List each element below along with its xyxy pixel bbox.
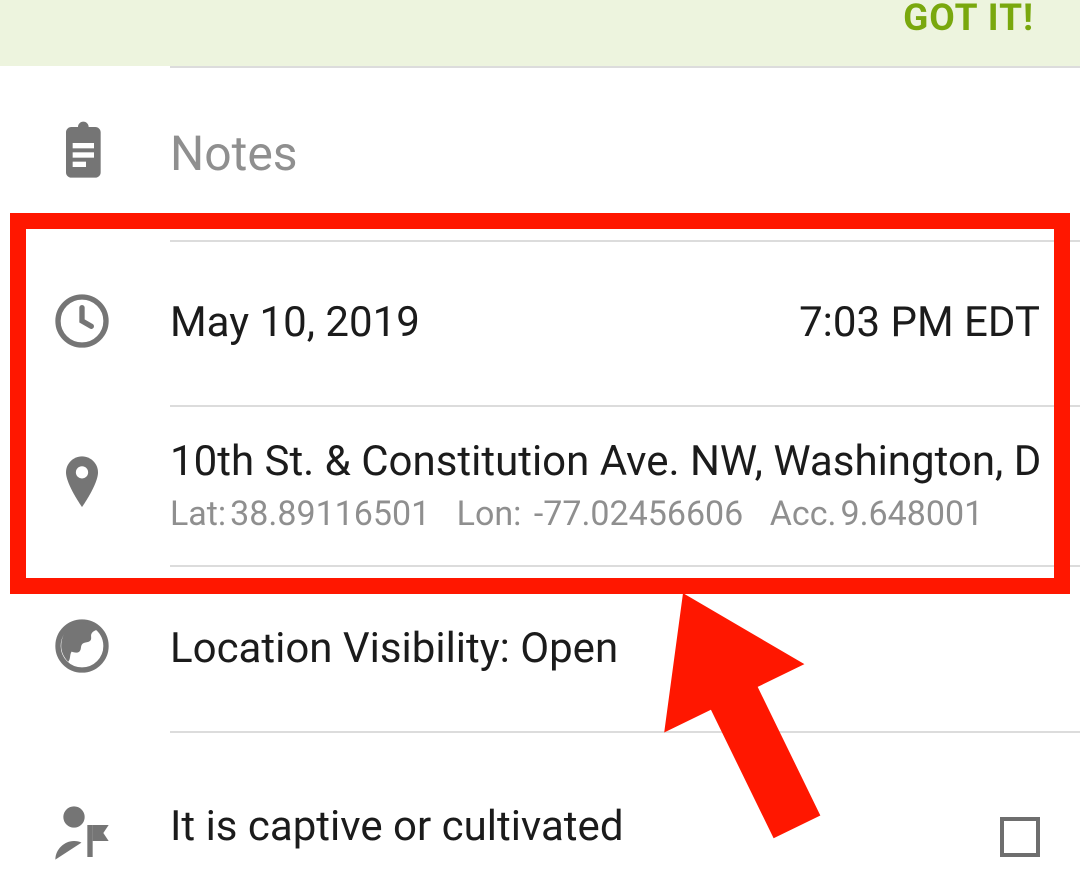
- location-address: 10th St. & Constitution Ave. NW, Washing…: [170, 437, 1040, 486]
- location-row[interactable]: 10th St. & Constitution Ave. NW, Washing…: [0, 405, 1080, 565]
- notes-placeholder: Notes: [170, 125, 1040, 182]
- captive-row[interactable]: It is captive or cultivated: [0, 731, 1080, 851]
- date-value: May 10, 2019: [170, 298, 420, 347]
- location-coordinates: Lat:38.89116501 Lon: -77.02456606 Acc.9.…: [170, 494, 1040, 534]
- person-flag-icon: [50, 801, 114, 869]
- notes-row[interactable]: Notes: [0, 66, 1080, 240]
- globe-icon: [50, 614, 114, 682]
- captive-label: It is captive or cultivated: [170, 802, 1000, 851]
- got-it-button[interactable]: GOT IT!: [903, 0, 1034, 37]
- info-banner: GOT IT!: [0, 0, 1080, 66]
- clock-icon: [50, 289, 114, 357]
- location-visibility-row[interactable]: Location Visibility: Open: [0, 565, 1080, 731]
- map-pin-icon: [50, 451, 114, 519]
- clipboard-icon: [50, 119, 114, 187]
- location-visibility-value: Location Visibility: Open: [170, 624, 1040, 673]
- datetime-row[interactable]: May 10, 2019 7:03 PM EDT: [0, 240, 1080, 405]
- captive-checkbox[interactable]: [1000, 817, 1040, 857]
- details-list: Notes May 10, 2019 7:03 PM EDT 10th St. …: [0, 66, 1080, 851]
- time-value: 7:03 PM EDT: [799, 298, 1040, 347]
